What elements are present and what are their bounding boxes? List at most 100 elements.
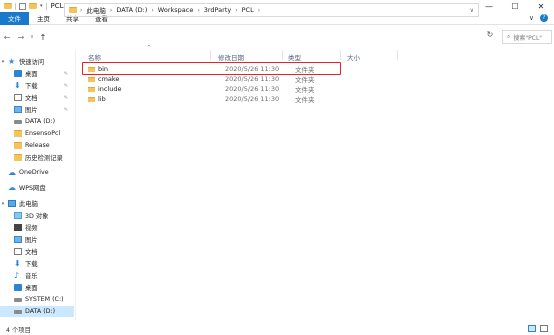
toolbar-divider <box>15 2 16 10</box>
search-placeholder: 搜索"PCL" <box>513 34 543 42</box>
view-toggle <box>528 325 548 332</box>
breadcrumb-separator[interactable]: › <box>110 7 112 14</box>
sidebar-item-label: 桌面 <box>25 285 38 292</box>
column-divider[interactable] <box>340 50 341 60</box>
sidebar-item-label: EnsensoPcl <box>25 130 61 137</box>
table-row[interactable]: lib 2020/5/26 11:30 文件夹 <box>86 94 342 104</box>
sidebar-item-pictures[interactable]: 图片 ✎ <box>0 104 74 115</box>
column-header-date[interactable]: 修改日期 <box>218 52 244 62</box>
folder-icon <box>4 3 12 9</box>
column-header-name[interactable]: 名称 <box>88 52 101 62</box>
refresh-button[interactable]: ↻ <box>483 30 497 39</box>
column-divider[interactable] <box>282 50 283 60</box>
drive-icon <box>14 309 22 314</box>
breadcrumb-3rdparty[interactable]: 3rdParty <box>204 6 232 14</box>
up-button[interactable]: ↑ <box>36 33 50 42</box>
sidebar-item-videos[interactable]: 视频 <box>0 222 74 233</box>
breadcrumb-data-drive[interactable]: DATA (D:) <box>116 6 147 14</box>
address-dropdown-icon[interactable]: ∨ <box>470 7 474 14</box>
sidebar-item-documents[interactable]: 文档 ✎ <box>0 92 74 103</box>
sidebar-item-label: 文档 <box>25 249 38 256</box>
sidebar-item-desktop[interactable]: 桌面 ✎ <box>0 68 74 79</box>
sidebar-item-label: Release <box>25 142 50 149</box>
chevron-down-icon[interactable]: ▾ <box>0 201 6 207</box>
drive-icon <box>14 119 22 124</box>
sidebar-item-music[interactable]: ♪ 音乐 <box>0 270 74 281</box>
breadcrumb-separator[interactable]: › <box>80 7 82 14</box>
file-type: 文件夹 <box>295 96 315 104</box>
sidebar-item-release[interactable]: Release <box>0 140 74 151</box>
properties-icon[interactable] <box>19 2 26 10</box>
sidebar-item-wps-cloud[interactable]: ☁ WPS网盘 <box>0 182 74 193</box>
cloud-icon: ☁ <box>8 168 16 177</box>
item-count: 4 个项目 <box>6 326 31 334</box>
status-bar: 4 个项目 <box>0 323 554 335</box>
star-icon: ★ <box>8 57 16 66</box>
table-row[interactable]: cmake 2020/5/26 11:30 文件夹 <box>86 74 342 84</box>
tab-file[interactable]: 文件 <box>0 11 29 25</box>
back-button[interactable]: ← <box>0 33 14 42</box>
breadcrumb-separator[interactable]: › <box>197 7 199 14</box>
sidebar-item-data-drive-quick[interactable]: DATA (D:) <box>0 116 74 127</box>
column-header-size[interactable]: 大小 <box>347 52 360 62</box>
breadcrumb-pcl[interactable]: PCL <box>242 6 254 14</box>
download-icon: ⬇ <box>14 81 21 90</box>
address-bar[interactable]: › 此电脑 › DATA (D:) › Workspace › 3rdParty… <box>64 3 479 17</box>
pin-icon: ✎ <box>63 106 68 113</box>
breadcrumb-separator[interactable]: › <box>258 7 260 14</box>
search-box[interactable]: ⌕ 搜索"PCL" <box>502 30 552 44</box>
sidebar-item-3d-objects[interactable]: 3D 对象 <box>0 210 74 221</box>
search-icon: ⌕ <box>507 33 511 40</box>
sidebar-item-history[interactable]: 历史检测记录 <box>0 152 74 163</box>
sidebar-item-ensensopcl[interactable]: EnsensoPcl <box>0 128 74 139</box>
sidebar-item-downloads-pc[interactable]: ⬇ 下载 <box>0 258 74 269</box>
customize-toolbar-icon[interactable]: ▾ <box>40 3 43 9</box>
sidebar-item-label: 视频 <box>25 225 38 232</box>
column-header-type[interactable]: 类型 <box>288 52 301 62</box>
sidebar-item-quick-access[interactable]: ▾ ★ 快速访问 <box>0 56 74 67</box>
sidebar-item-system-drive[interactable]: SYSTEM (C:) <box>0 294 74 305</box>
drive-icon <box>14 297 22 302</box>
details-view-button[interactable] <box>528 325 536 332</box>
close-button[interactable]: ✕ <box>528 0 554 12</box>
sidebar-item-desktop-pc[interactable]: 桌面 <box>0 282 74 293</box>
folder-icon <box>69 7 77 13</box>
pin-icon: ✎ <box>63 94 68 101</box>
sidebar-item-documents-pc[interactable]: 文档 <box>0 246 74 257</box>
download-icon: ⬇ <box>14 259 21 268</box>
minimize-button[interactable]: — <box>476 0 502 12</box>
sidebar-item-label: 桌面 <box>25 71 38 78</box>
new-folder-icon[interactable] <box>29 3 37 9</box>
sidebar-item-data-drive[interactable]: DATA (D:) <box>0 306 74 317</box>
music-icon: ♪ <box>14 271 20 280</box>
maximize-button[interactable]: ☐ <box>502 0 528 12</box>
folder-icon <box>14 142 22 149</box>
breadcrumb-separator[interactable]: › <box>151 7 153 14</box>
chevron-down-icon[interactable]: ▾ <box>0 59 6 65</box>
column-divider[interactable] <box>397 50 398 60</box>
sidebar-item-downloads[interactable]: ⬇ 下载 ✎ <box>0 80 74 91</box>
tab-home[interactable]: 主页 <box>29 12 58 25</box>
expand-ribbon-icon[interactable]: ∨ <box>529 14 534 22</box>
sidebar-item-label: WPS网盘 <box>19 185 46 192</box>
breadcrumb-this-pc[interactable]: 此电脑 <box>86 5 106 15</box>
help-icon[interactable]: ? <box>540 14 548 22</box>
forward-button[interactable]: → <box>14 33 28 42</box>
folder-icon <box>14 154 22 161</box>
large-icons-view-button[interactable] <box>540 325 548 332</box>
sidebar-item-label: 此电脑 <box>19 201 38 208</box>
breadcrumb-separator[interactable]: › <box>235 7 237 14</box>
sidebar-item-label: 历史检测记录 <box>25 155 63 162</box>
recent-locations-button[interactable]: ∨ <box>28 34 36 40</box>
breadcrumb-workspace[interactable]: Workspace <box>158 6 194 14</box>
sort-caret-icon: ^ <box>147 45 152 51</box>
sidebar-item-pictures-pc[interactable]: 图片 <box>0 234 74 245</box>
file-type: 文件夹 <box>295 86 315 94</box>
table-row[interactable]: include 2020/5/26 11:30 文件夹 <box>86 84 342 94</box>
sidebar-item-this-pc[interactable]: ▾ 此电脑 <box>0 198 74 209</box>
file-type: 文件夹 <box>295 76 315 84</box>
column-divider[interactable] <box>210 50 211 60</box>
sidebar-item-onedrive[interactable]: ☁ OneDrive <box>0 167 74 178</box>
sidebar-item-label: 音乐 <box>25 273 38 280</box>
sidebar-item-label: SYSTEM (C:) <box>25 296 64 303</box>
